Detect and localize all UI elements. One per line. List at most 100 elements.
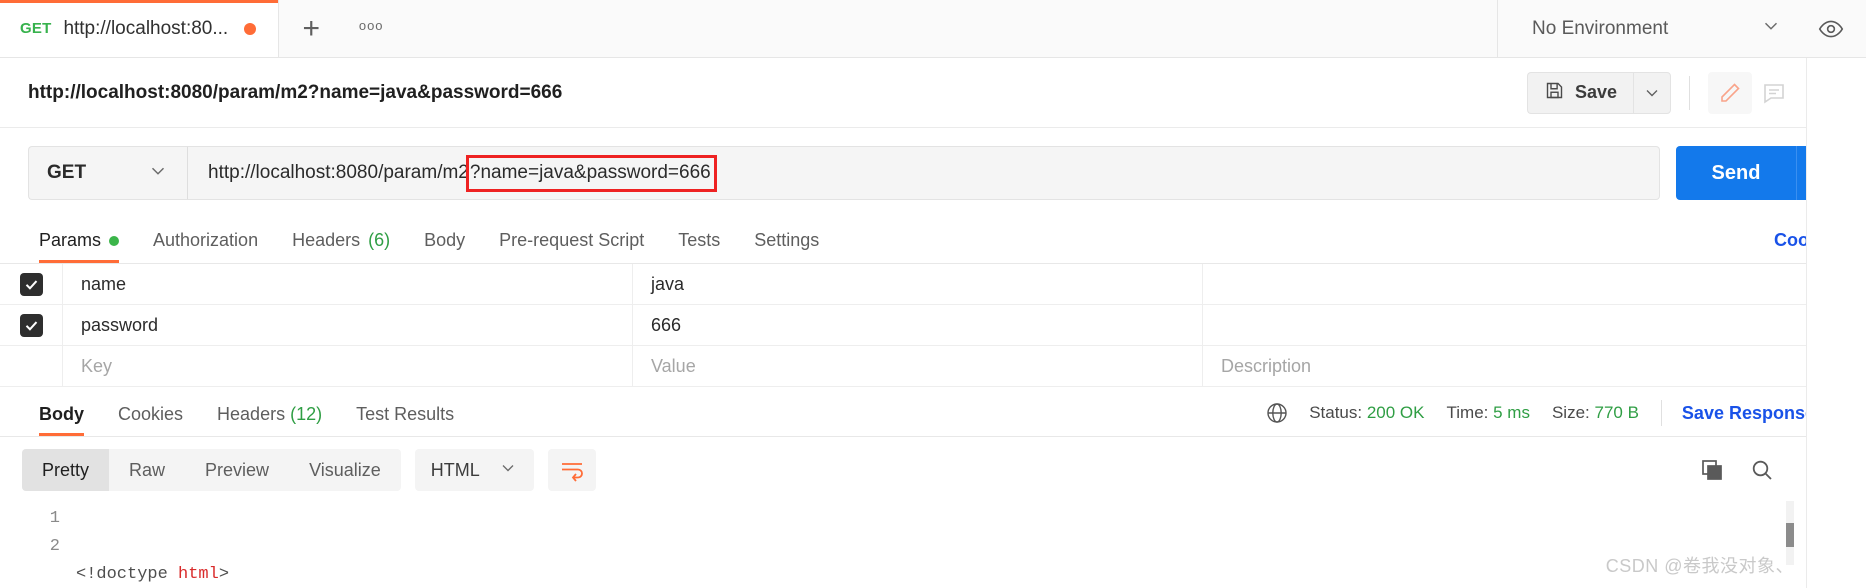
request-tab-active[interactable]: GET http://localhost:80... <box>0 0 280 57</box>
comment-icon[interactable] <box>1752 72 1796 114</box>
search-icon[interactable] <box>1750 458 1774 482</box>
floppy-disk-icon <box>1544 80 1565 106</box>
tab-more-options-icon[interactable]: ooo <box>343 0 399 57</box>
code-token: html <box>178 565 219 584</box>
tab-authorization[interactable]: Authorization <box>136 230 275 263</box>
code-content[interactable]: <!doctype html> <html lang="en"> <box>76 505 239 588</box>
url-bar: GET http://localhost:8080/param/m2 ?name=… <box>0 128 1866 216</box>
tab-authorization-label: Authorization <box>153 230 259 250</box>
view-visualize-button[interactable]: Visualize <box>289 449 401 491</box>
param-value-placeholder[interactable]: Value <box>633 346 1203 386</box>
response-body-code: 1 2 <!doctype html> <html lang="en"> <box>0 501 1866 588</box>
response-tab-body[interactable]: Body <box>22 404 101 436</box>
tab-bar: GET http://localhost:80... + ooo No Envi… <box>0 0 1866 58</box>
tab-tests-label: Tests <box>678 230 721 250</box>
code-token: > <box>218 565 230 584</box>
chevron-down-icon <box>147 160 169 187</box>
word-wrap-toggle-icon[interactable] <box>547 449 596 491</box>
response-language-selector[interactable]: HTML <box>414 449 534 491</box>
environment-label: No Environment <box>1532 17 1669 39</box>
actions-divider <box>1689 75 1690 110</box>
save-options-button[interactable] <box>1633 71 1671 114</box>
save-response-label: Save Response <box>1681 402 1815 423</box>
request-actions: Save <box>1526 71 1844 114</box>
environment-selector[interactable]: No Environment <box>1532 15 1782 42</box>
param-key-placeholder[interactable]: Key <box>63 346 633 386</box>
tab-body-label: Body <box>424 230 466 250</box>
response-view-controls: Pretty Raw Preview Visualize HTML <box>22 449 596 491</box>
code-scrollbar-thumb[interactable] <box>1786 523 1794 547</box>
view-raw-button[interactable]: Raw <box>109 449 185 491</box>
tab-headers-count: (6) <box>368 230 391 250</box>
view-preview-button[interactable]: Preview <box>185 449 289 491</box>
tab-headers-label: Headers <box>292 230 361 250</box>
size-label: Size: <box>1551 403 1590 422</box>
chevron-down-icon <box>498 458 518 482</box>
request-section-tabs: Params Authorization Headers (6) Body Pr… <box>0 216 1866 264</box>
size-badge: Size: 770 B <box>1552 403 1639 423</box>
http-method-label: GET <box>47 162 87 183</box>
tab-pre-request-script-label: Pre-request Script <box>499 230 645 250</box>
http-method-selector[interactable]: GET <box>28 146 188 200</box>
globe-icon <box>1265 401 1289 425</box>
line-number: 2 <box>49 537 60 556</box>
row-enable-checkbox[interactable] <box>0 264 63 304</box>
checkbox-checked-icon <box>19 272 43 296</box>
tab-bar-filler <box>399 0 1498 57</box>
response-tab-headers-label: Headers <box>217 404 286 424</box>
param-description-placeholder[interactable]: Description <box>1203 346 1866 386</box>
time-badge: Time: 5 ms <box>1447 403 1530 423</box>
response-header: Body Cookies Headers (12) Test Results S… <box>0 387 1866 437</box>
table-row-empty[interactable]: Key Value Description <box>0 346 1866 387</box>
params-present-dot-icon <box>109 235 120 246</box>
postman-window: GET http://localhost:80... + ooo No Envi… <box>0 0 1866 588</box>
row-enable-checkbox[interactable] <box>0 305 63 345</box>
copy-icon[interactable] <box>1700 458 1724 482</box>
environment-area: No Environment <box>1498 0 1866 57</box>
environment-quick-look-icon[interactable] <box>1818 16 1844 42</box>
tab-method-label: GET <box>20 20 52 37</box>
checkbox-checked-icon <box>19 313 43 337</box>
tab-pre-request-script[interactable]: Pre-request Script <box>482 230 661 263</box>
param-value-cell[interactable]: java <box>633 264 1203 304</box>
response-tabs-list: Body Cookies Headers (12) Test Results <box>22 404 471 436</box>
param-description-cell[interactable] <box>1203 264 1866 304</box>
response-tab-test-results[interactable]: Test Results <box>339 404 471 436</box>
tab-settings-label: Settings <box>754 230 820 250</box>
response-tab-headers-count: (12) <box>290 404 323 424</box>
response-tab-test-results-label: Test Results <box>356 404 455 424</box>
table-row[interactable]: password 666 <box>0 305 1866 346</box>
tab-headers[interactable]: Headers (6) <box>275 230 407 263</box>
unsaved-changes-dot-icon <box>244 22 257 35</box>
view-pretty-button[interactable]: Pretty <box>22 449 110 491</box>
params-table: name java password 666 Key Value Descrip… <box>0 264 1866 394</box>
response-tab-body-label: Body <box>39 404 84 424</box>
table-row[interactable]: name java <box>0 264 1866 305</box>
url-base-text: http://localhost:8080/param/m2 <box>208 162 469 183</box>
url-input[interactable]: http://localhost:8080/param/m2 ?name=java… <box>188 146 1660 200</box>
tab-body[interactable]: Body <box>407 230 482 263</box>
param-value-cell[interactable]: 666 <box>633 305 1203 345</box>
tab-title-label: http://localhost:80... <box>63 17 229 39</box>
new-tab-button[interactable]: + <box>279 0 343 57</box>
edit-pencil-icon[interactable] <box>1708 71 1752 114</box>
tab-tests[interactable]: Tests <box>661 230 737 263</box>
code-token: <!doctype <box>76 565 179 584</box>
size-value: 770 B <box>1594 403 1639 422</box>
line-number: 1 <box>49 509 60 528</box>
param-key-cell[interactable]: password <box>63 305 633 345</box>
row-enable-checkbox-empty[interactable] <box>0 346 63 386</box>
response-tab-cookies[interactable]: Cookies <box>101 404 200 436</box>
param-description-cell[interactable] <box>1203 305 1866 345</box>
send-button[interactable]: Send <box>1676 146 1796 200</box>
save-button[interactable]: Save <box>1526 71 1633 114</box>
tab-params[interactable]: Params <box>22 230 136 263</box>
tab-settings[interactable]: Settings <box>737 230 836 263</box>
url-input-group: GET http://localhost:8080/param/m2 ?name=… <box>28 146 1660 200</box>
param-key-cell[interactable]: name <box>63 264 633 304</box>
response-view-segmented-control: Pretty Raw Preview Visualize <box>22 449 401 491</box>
right-rail <box>1806 58 1866 588</box>
status-badge: Status: 200 OK <box>1309 403 1424 423</box>
response-tab-headers[interactable]: Headers (12) <box>200 404 339 436</box>
response-language-label: HTML <box>430 459 480 480</box>
